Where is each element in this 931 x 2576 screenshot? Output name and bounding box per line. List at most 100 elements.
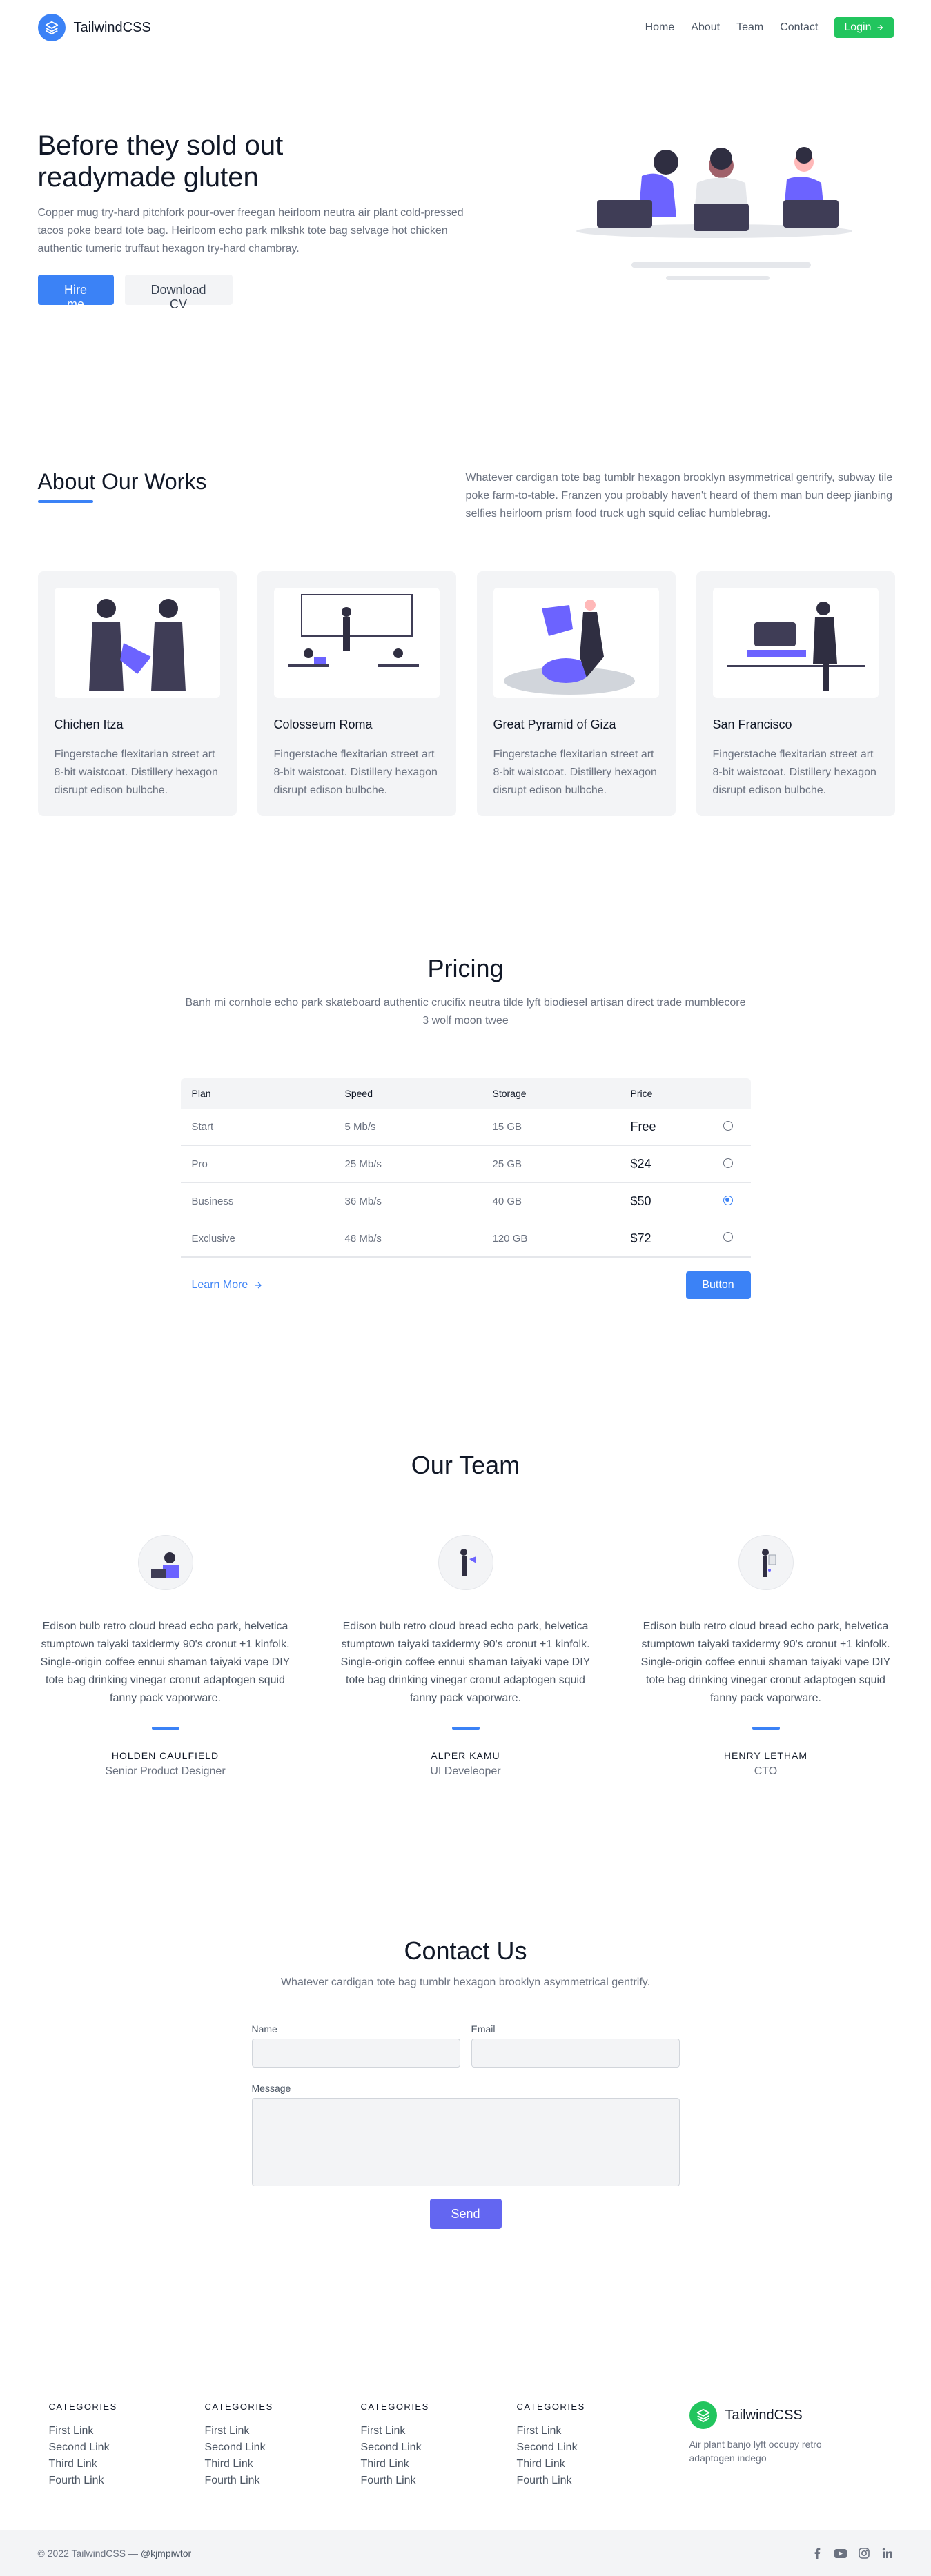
- storage-cell: 120 GB: [492, 1232, 528, 1245]
- work-card[interactable]: Great Pyramid of Giza Fingerstache flexi…: [476, 571, 676, 816]
- plan-radio[interactable]: [723, 1232, 733, 1242]
- youtube-icon[interactable]: [834, 2547, 847, 2559]
- plan-radio[interactable]: [723, 1120, 733, 1131]
- table-row[interactable]: Business 36 Mb/s 40 GB $50: [180, 1183, 751, 1220]
- bottom-bar: © 2022 TailwindCSS — @kjmpiwtor: [0, 2530, 931, 2576]
- footer-column: CATEGORIES First Link Second Link Third …: [506, 2401, 662, 2489]
- name-label: Name: [251, 2023, 277, 2034]
- hero-title-line2: readymade gluten: [37, 162, 259, 192]
- linkedin-icon[interactable]: [881, 2547, 894, 2559]
- table-row[interactable]: Start 5 Mb/s 15 GB Free: [180, 1109, 751, 1146]
- footer-link[interactable]: Fourth Link: [361, 2473, 506, 2489]
- login-label: Login: [844, 21, 872, 33]
- speed-cell: 36 Mb/s: [344, 1196, 382, 1207]
- brand-name: TailwindCSS: [73, 19, 151, 35]
- hero-section: Before they sold out readymade gluten Co…: [37, 55, 894, 379]
- author-handle[interactable]: @kjmpiwtor: [141, 2548, 191, 2559]
- card-title: San Francisco: [712, 717, 792, 731]
- speed-cell: 25 Mb/s: [344, 1158, 382, 1170]
- copyright-text: © 2022 TailwindCSS —: [37, 2548, 138, 2559]
- name-field[interactable]: [251, 2039, 460, 2068]
- nav-contact[interactable]: Contact: [780, 21, 818, 34]
- footer-link[interactable]: Fourth Link: [517, 2473, 662, 2489]
- hero-description: Copper mug try-hard pitchfork pour-over …: [37, 207, 464, 255]
- footer-link[interactable]: Second Link: [49, 2439, 194, 2456]
- learn-more-label: Learn More: [191, 1279, 248, 1291]
- work-card[interactable]: Colosseum Roma Fingerstache flexitarian …: [257, 571, 456, 816]
- email-field[interactable]: [471, 2039, 680, 2068]
- avatar: [438, 1535, 493, 1590]
- footer-brand-description: Air plant banjo lyft occupy retro adapto…: [689, 2439, 822, 2464]
- storage-cell: 40 GB: [492, 1196, 522, 1207]
- hero-title: Before they sold out readymade gluten: [38, 130, 466, 193]
- table-row[interactable]: Exclusive 48 Mb/s 120 GB $72: [180, 1220, 751, 1258]
- layers-logo-icon: [37, 14, 66, 41]
- layers-logo-icon: [689, 2401, 717, 2429]
- about-section: About Our Works Whatever cardigan tote b…: [37, 379, 895, 885]
- arrow-right-icon: [877, 25, 883, 30]
- login-button[interactable]: Login: [834, 17, 894, 38]
- message-field[interactable]: [251, 2098, 680, 2186]
- footer-link[interactable]: First Link: [205, 2423, 350, 2439]
- plan-cell: Pro: [191, 1158, 208, 1170]
- team-section: Our Team Edison bulb retro cloud bread e…: [38, 1382, 894, 1867]
- member-bio: Edison bulb retro cloud bread echo park,…: [40, 1621, 291, 1704]
- footer-link[interactable]: Third Link: [205, 2456, 350, 2473]
- download-cv-button[interactable]: Download CV: [124, 275, 233, 311]
- footer-link[interactable]: First Link: [49, 2423, 194, 2439]
- card-title: Chichen Itza: [54, 717, 124, 731]
- plan-radio-selected[interactable]: [723, 1195, 733, 1205]
- card-illustration: [273, 588, 440, 698]
- member-name: HENRY LETHAM: [723, 1750, 808, 1761]
- learn-more-link[interactable]: Learn More: [192, 1279, 264, 1291]
- nav-home[interactable]: Home: [645, 21, 675, 34]
- member-role: UI Develeoper: [430, 1765, 501, 1777]
- member-divider: [752, 1727, 780, 1730]
- footer-brand: TailwindCSS Air plant banjo lyft occupy …: [689, 2401, 855, 2489]
- nav-about[interactable]: About: [691, 21, 720, 34]
- card-description: Fingerstache flexitarian street art 8-bi…: [273, 749, 438, 796]
- brand[interactable]: TailwindCSS: [37, 14, 151, 41]
- hero-illustration: [576, 135, 866, 300]
- footer-link[interactable]: Fourth Link: [205, 2473, 350, 2489]
- hire-me-button[interactable]: Hire me: [37, 275, 114, 311]
- storage-cell: 25 GB: [492, 1158, 522, 1170]
- footer-link[interactable]: Fourth Link: [49, 2473, 194, 2489]
- footer-column: CATEGORIES First Link Second Link Third …: [38, 2401, 194, 2489]
- footer-link[interactable]: Third Link: [49, 2456, 194, 2473]
- pricing-section: Pricing Banh mi cornhole echo park skate…: [38, 885, 894, 1382]
- title-underline: [37, 500, 93, 503]
- nav-team[interactable]: Team: [736, 21, 763, 34]
- pricing-button[interactable]: Button: [685, 1271, 751, 1299]
- facebook-icon[interactable]: [811, 2547, 823, 2559]
- main-nav: Home About Team Contact Login: [645, 17, 894, 38]
- footer-link[interactable]: Second Link: [361, 2439, 506, 2456]
- message-label: Message: [251, 2083, 291, 2094]
- footer-link[interactable]: First Link: [361, 2423, 506, 2439]
- footer-link[interactable]: Third Link: [361, 2456, 506, 2473]
- pricing-table: Plan Speed Storage Price Start 5 Mb/s 15…: [180, 1078, 751, 1258]
- work-card[interactable]: San Francisco Fingerstache flexitarian s…: [696, 571, 895, 816]
- copyright: © 2022 TailwindCSS — @kjmpiwtor: [38, 2548, 192, 2559]
- send-button[interactable]: Send: [429, 2199, 502, 2229]
- hero-title-line1: Before they sold out: [37, 130, 284, 161]
- header-speed: Speed: [344, 1088, 373, 1099]
- price-cell: Free: [630, 1120, 656, 1133]
- card-title: Colosseum Roma: [273, 717, 373, 731]
- card-illustration: [493, 588, 659, 698]
- footer-brand-name[interactable]: TailwindCSS: [725, 2408, 803, 2424]
- card-title: Great Pyramid of Giza: [493, 717, 616, 731]
- instagram-icon[interactable]: [858, 2547, 870, 2559]
- member-role: Senior Product Designer: [105, 1765, 226, 1777]
- footer-link[interactable]: First Link: [517, 2423, 662, 2439]
- footer-link[interactable]: Second Link: [205, 2439, 350, 2456]
- plan-radio[interactable]: [723, 1158, 733, 1168]
- work-card[interactable]: Chichen Itza Fingerstache flexitarian st…: [37, 571, 237, 816]
- footer-link[interactable]: Third Link: [517, 2456, 662, 2473]
- card-illustration: [712, 588, 879, 698]
- table-row[interactable]: Pro 25 Mb/s 25 GB $24: [180, 1146, 751, 1183]
- footer-column: CATEGORIES First Link Second Link Third …: [194, 2401, 350, 2489]
- footer-link[interactable]: Second Link: [517, 2439, 662, 2456]
- card-illustration: [54, 588, 220, 698]
- price-cell: $50: [630, 1194, 651, 1208]
